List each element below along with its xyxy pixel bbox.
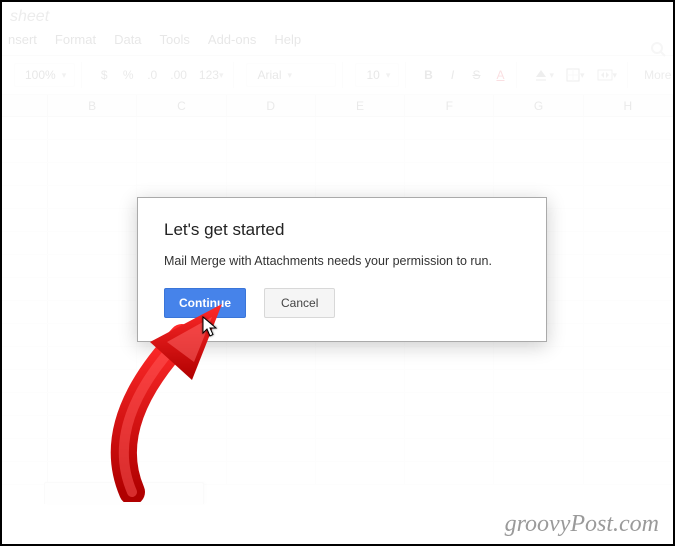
table-row[interactable] — [2, 347, 673, 370]
decimal-increase-button[interactable]: .00 — [166, 64, 191, 86]
menubar: nsert Format Data Tools Add-ons Help — [2, 28, 673, 56]
zoom-select[interactable]: 100% ▾ — [14, 63, 75, 87]
sheet-footer — [2, 478, 673, 508]
table-row[interactable] — [2, 117, 673, 140]
currency-button[interactable]: $ — [94, 64, 114, 86]
menu-insert[interactable]: nsert — [8, 32, 37, 47]
col-header-e[interactable]: E — [316, 95, 405, 116]
doc-title: sheet — [10, 8, 49, 25]
percent-button[interactable]: % — [118, 64, 138, 86]
menu-help[interactable]: Help — [274, 32, 301, 47]
chevron-down-icon: ▾ — [288, 70, 293, 81]
font-size-value: 10 — [366, 68, 379, 82]
header-corner[interactable] — [2, 95, 48, 116]
menu-format[interactable]: Format — [55, 32, 96, 47]
font-size-select[interactable]: 10 ▾ — [355, 63, 399, 87]
col-header-g[interactable]: G — [494, 95, 583, 116]
font-name: Arial — [257, 68, 281, 82]
table-row[interactable] — [2, 416, 673, 439]
font-select[interactable]: Arial ▾ — [246, 63, 336, 87]
italic-button[interactable]: I — [442, 64, 462, 86]
permission-dialog: Let's get started Mail Merge with Attach… — [137, 197, 547, 342]
menu-tools[interactable]: Tools — [160, 32, 190, 47]
menu-addons[interactable]: Add-ons — [208, 32, 256, 47]
col-header-f[interactable]: F — [405, 95, 494, 116]
merge-cells-button[interactable]: ▾ — [593, 64, 622, 86]
cancel-button[interactable]: Cancel — [264, 288, 335, 318]
chevron-down-icon: ▾ — [549, 70, 554, 81]
chevron-down-icon: ▾ — [62, 70, 67, 81]
table-row[interactable] — [2, 370, 673, 393]
table-row[interactable] — [2, 140, 673, 163]
toolbar-more[interactable]: More — [634, 68, 675, 82]
col-header-c[interactable]: C — [137, 95, 226, 116]
title-area: sheet — [2, 2, 673, 28]
col-header-b[interactable]: B — [48, 95, 137, 116]
table-row[interactable] — [2, 439, 673, 462]
watermark: groovyPost.com — [505, 511, 659, 538]
dialog-buttons: Continue Cancel — [164, 288, 520, 318]
dialog-title: Let's get started — [164, 220, 520, 240]
decimal-decrease-button[interactable]: .0 — [142, 64, 162, 86]
dialog-body: Mail Merge with Attachments needs your p… — [164, 254, 520, 268]
column-headers: B C D E F G H — [2, 95, 673, 117]
menu-data[interactable]: Data — [114, 32, 141, 47]
search-icon[interactable] — [647, 38, 669, 60]
borders-button[interactable]: ▾ — [562, 64, 589, 86]
chevron-down-icon: ▾ — [386, 70, 391, 81]
chevron-down-icon: ▾ — [580, 70, 585, 81]
chevron-down-icon: ▾ — [613, 70, 618, 81]
text-color-button[interactable]: A — [490, 64, 510, 86]
number-format-button[interactable]: 123 ▾ — [195, 64, 228, 86]
table-row[interactable] — [2, 163, 673, 186]
bold-button[interactable]: B — [418, 64, 438, 86]
toolbar: 100% ▾ $ % .0 .00 123 ▾ Arial ▾ — [2, 56, 673, 95]
strikethrough-button[interactable]: S — [466, 64, 486, 86]
chevron-down-icon: ▾ — [219, 70, 224, 81]
col-header-h[interactable]: H — [584, 95, 673, 116]
continue-button[interactable]: Continue — [164, 288, 246, 318]
app-frame: sheet nsert Format Data Tools Add-ons He… — [0, 0, 675, 546]
fill-color-button[interactable]: ▾ — [529, 64, 558, 86]
sheet-tab[interactable] — [44, 482, 204, 504]
table-row[interactable] — [2, 393, 673, 416]
zoom-value: 100% — [25, 68, 56, 82]
col-header-d[interactable]: D — [227, 95, 316, 116]
